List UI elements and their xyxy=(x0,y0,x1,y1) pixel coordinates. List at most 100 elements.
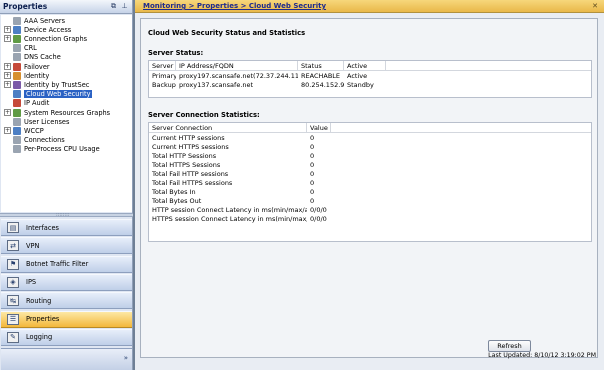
cloud-icon xyxy=(13,90,21,99)
table-cell: Total Fail HTTP sessions xyxy=(152,169,229,178)
column-header[interactable]: Server Connection xyxy=(149,122,307,133)
table-cell: HTTP session Connect Latency in ms(min/m… xyxy=(152,205,307,214)
table-cell: 0 xyxy=(310,151,315,160)
left-panel: Properties ⧉ ⊥ AAA Servers + Device Access… xyxy=(0,0,133,370)
tree-item-label: DNS Cache xyxy=(24,53,61,62)
panel-splitter[interactable]: :::::::: xyxy=(0,213,133,218)
column-header[interactable]: Server xyxy=(149,60,176,71)
tree-item[interactable]: User Licenses xyxy=(4,117,69,126)
trustsec-icon xyxy=(13,80,21,89)
table-row[interactable]: HTTP session Connect Latency in ms(min/m… xyxy=(149,205,591,214)
column-header[interactable]: Status xyxy=(298,60,344,71)
tree-item[interactable]: + Device Access xyxy=(4,25,71,34)
float-panel-icon[interactable]: ⧉ xyxy=(109,2,118,11)
connection-stats-table: Server Connection Value Current HTTP sess… xyxy=(148,122,592,242)
nav-button-label: IPS xyxy=(26,278,37,287)
table-header: Server Connection Value xyxy=(149,122,591,133)
tree-item[interactable]: DNS Cache xyxy=(4,53,61,62)
expand-icon[interactable]: + xyxy=(4,127,11,135)
tree-item[interactable]: IP Audit xyxy=(4,99,49,108)
tree-item[interactable]: Cloud Web Security xyxy=(4,90,93,99)
column-header[interactable]: Value xyxy=(307,122,331,133)
tree-item[interactable]: Connections xyxy=(4,136,65,145)
expand-icon[interactable]: + xyxy=(4,26,11,34)
column-header[interactable]: Active xyxy=(344,60,386,71)
table-row[interactable]: Total HTTP Sessions 0 xyxy=(149,151,591,160)
identity-icon xyxy=(13,71,21,80)
tree-item-label: Connection Graphs xyxy=(24,34,88,43)
close-icon[interactable]: ✕ xyxy=(592,2,598,10)
table-row[interactable]: Total Fail HTTPS sessions 0 xyxy=(149,178,591,187)
table-cell: Current HTTP sessions xyxy=(152,133,225,142)
device-access-icon xyxy=(13,25,21,34)
nav-button-interfaces[interactable]: ▤ Interfaces xyxy=(1,219,132,236)
refresh-button[interactable]: Refresh xyxy=(488,340,531,352)
expand-icon[interactable]: + xyxy=(4,35,11,43)
content-panel: Cloud Web Security Status and Statistics… xyxy=(140,18,598,358)
nav-footer: » xyxy=(1,348,132,370)
table-cell: proxy197.scansafe.net(72.37.244.115) xyxy=(179,71,298,80)
tree-item[interactable]: + Identity xyxy=(4,71,49,80)
nav-button-properties[interactable]: ☰ Properties xyxy=(1,310,132,328)
table-cell: 0 xyxy=(310,160,315,169)
table-row[interactable]: Primary proxy197.scansafe.net(72.37.244.1… xyxy=(149,71,591,80)
expand-icon[interactable]: + xyxy=(4,72,11,80)
tree-item-label: Device Access xyxy=(24,25,72,34)
nav-button-label: VPN xyxy=(26,241,40,250)
table-cell: Total HTTPS Sessions xyxy=(152,160,221,169)
table-row[interactable]: Total Bytes In 0 xyxy=(149,187,591,196)
nav-button-label: Properties xyxy=(26,315,60,323)
nav-button-routing[interactable]: ↹ Routing xyxy=(1,292,132,310)
tree-item-label: AAA Servers xyxy=(24,16,66,25)
column-header[interactable]: IP Address/FQDN xyxy=(176,60,298,71)
tree-item[interactable]: + Failover xyxy=(4,62,50,71)
expand-icon[interactable]: + xyxy=(4,63,11,70)
table-cell: Backup xyxy=(152,80,176,89)
nav-button-vpn[interactable]: ⇄ VPN xyxy=(1,237,132,255)
nav-button-botnet-traffic-filter[interactable]: ⚑ Botnet Traffic Filter xyxy=(1,255,132,273)
server-status-title: Server Status: xyxy=(148,49,204,57)
table-cell: 0 xyxy=(310,196,315,205)
table-row[interactable]: HTTPS session Connect Latency in ms(min/… xyxy=(149,214,591,223)
table-row[interactable]: Total Fail HTTP sessions 0 xyxy=(149,169,591,178)
vpn-icon: ⇄ xyxy=(7,240,19,252)
routing-icon: ↹ xyxy=(7,295,19,307)
tree-item-label: Per-Process CPU Usage xyxy=(24,145,100,154)
tree-item[interactable]: + WCCP xyxy=(4,126,44,135)
table-cell: Current HTTPS sessions xyxy=(152,142,229,151)
table-row[interactable]: Total HTTPS Sessions 0 xyxy=(149,160,591,169)
breadcrumb-link[interactable]: Monitoring > Properties > Cloud Web Secu… xyxy=(143,2,326,10)
table-row[interactable]: Total Bytes Out 0 xyxy=(149,196,591,205)
table-row[interactable]: Current HTTPS sessions 0 xyxy=(149,142,591,151)
properties-tree: AAA Servers + Device Access + Connection Gra… xyxy=(1,15,132,212)
tree-item[interactable]: + System Resources Graphs xyxy=(4,108,110,117)
tree-item[interactable]: Per-Process CPU Usage xyxy=(4,145,100,154)
tree-item[interactable]: + Identity by TrustSec xyxy=(4,80,89,89)
expand-icon[interactable]: + xyxy=(4,81,11,89)
failover-icon xyxy=(13,62,21,71)
nav-button-logging[interactable]: ✎ Logging xyxy=(1,328,132,346)
table-row[interactable]: Backup proxy137.scansafe.net 80.254.152.99… xyxy=(149,80,591,89)
table-cell: Total Bytes In xyxy=(152,187,196,196)
table-cell: Standby xyxy=(347,80,374,89)
tree-item[interactable]: AAA Servers xyxy=(4,16,65,25)
chevron-down-icon[interactable]: » xyxy=(124,354,128,362)
expand-icon[interactable]: + xyxy=(4,109,11,116)
license-icon xyxy=(13,117,21,126)
nav-button-ips[interactable]: ◈ IPS xyxy=(1,273,132,291)
pin-icon[interactable]: ⊥ xyxy=(120,2,129,11)
tree-item-label: WCCP xyxy=(24,126,44,135)
tree-item-label: System Resources Graphs xyxy=(24,108,111,117)
properties-panel-header: Properties ⧉ ⊥ xyxy=(0,0,132,14)
nav-button-label: Botnet Traffic Filter xyxy=(26,260,89,269)
table-cell: 0/0/0 xyxy=(310,205,327,214)
tree-item-label: CRL xyxy=(24,44,37,53)
table-row[interactable]: Current HTTP sessions 0 xyxy=(149,133,591,142)
tree-item[interactable]: + Connection Graphs xyxy=(4,34,87,43)
botnet-icon: ⚑ xyxy=(7,258,19,270)
tree-item-label: Identity by TrustSec xyxy=(24,80,90,89)
table-cell: Total Bytes Out xyxy=(152,196,202,205)
tree-item[interactable]: CRL xyxy=(4,44,37,53)
nav-button-label: Interfaces xyxy=(26,223,59,232)
dns-icon xyxy=(13,53,21,62)
